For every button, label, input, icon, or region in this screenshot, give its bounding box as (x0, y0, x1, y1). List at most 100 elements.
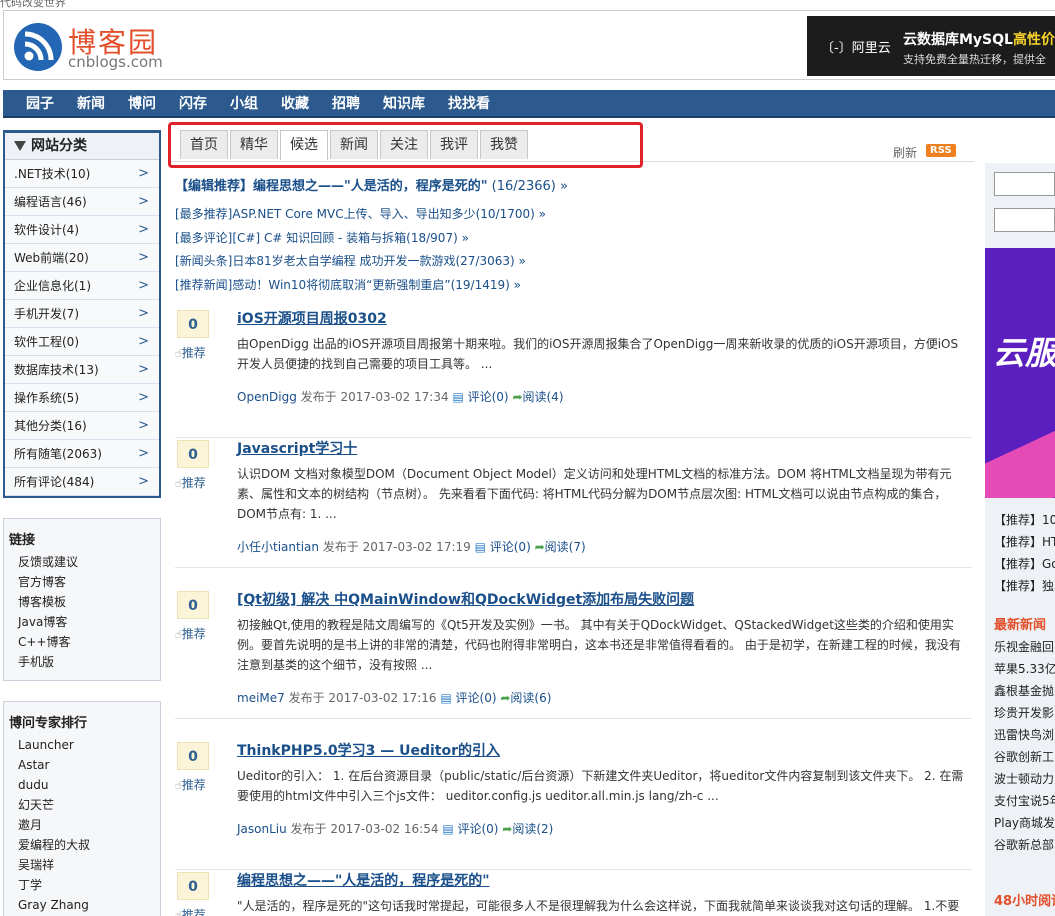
nav-item-groups[interactable]: 小组 (230, 90, 258, 118)
digg-count[interactable]: 0 (177, 742, 209, 770)
recommend-button[interactable]: ☝推荐 (175, 906, 206, 916)
post-title[interactable]: iOS开源项目周报0302 (237, 308, 387, 328)
post-reads[interactable]: 阅读(6) (510, 691, 551, 705)
nav-item-search[interactable]: 找找看 (448, 90, 490, 118)
post-comments[interactable]: 评论(0) (457, 822, 498, 836)
search-input-secondary[interactable] (994, 208, 1055, 232)
promo-link[interactable]: [最多评论][C#] C# 知识回顾 - 装箱与拆箱(18/907) » (175, 229, 469, 246)
post-author[interactable]: JasonLiu (237, 822, 287, 836)
news-item[interactable]: 波士顿动力 (994, 770, 1055, 787)
category-item[interactable]: 所有评论(484) > (5, 468, 159, 496)
recommend-button[interactable]: ☝推荐 (175, 344, 206, 361)
category-item[interactable]: 手机开发(7) > (5, 300, 159, 328)
news-item[interactable]: 鑫根基金抛 (994, 682, 1055, 699)
category-item[interactable]: 数据库技术(13) > (5, 356, 159, 384)
category-label: 企业信息化(1) (14, 279, 91, 293)
post-reads[interactable]: 阅读(2) (512, 822, 553, 836)
category-item[interactable]: 企业信息化(1) > (5, 272, 159, 300)
expert-item[interactable]: 爱编程的大叔 (4, 835, 160, 855)
promo-link[interactable]: [推荐新闻]感动！Win10将彻底取消“更新强制重启”(19/1419) » (175, 276, 521, 293)
editor-pick-headline[interactable]: 【编辑推荐】编程思想之——"人是活的，程序是死的" (16/2366) » (175, 175, 568, 194)
post-title[interactable]: 编程思想之——"人是活的，程序是死的" (237, 870, 490, 890)
link-item[interactable]: 手机版 (4, 652, 160, 672)
post-reads[interactable]: 阅读(4) (523, 390, 564, 404)
news-item[interactable]: 谷歌新总部 (994, 836, 1055, 853)
nav-item-jobs[interactable]: 招聘 (332, 90, 360, 118)
link-item[interactable]: Java博客 (4, 612, 160, 632)
search-input[interactable] (994, 172, 1055, 196)
digg-count[interactable]: 0 (177, 440, 209, 468)
post-comments[interactable]: 评论(0) (456, 691, 497, 705)
digg-count[interactable]: 0 (177, 591, 209, 619)
recommend-button[interactable]: ☝推荐 (175, 776, 206, 793)
ad-banner[interactable]: 〔-〕阿里云 云数据库MySQL高性价 支持免费全量热迁移，提供全 (807, 16, 1055, 76)
nav-item-garden[interactable]: 园子 (26, 90, 54, 118)
post-summary: 由OpenDigg 出品的iOS开源项目周报第十期来啦。我们的iOS开源周报集合… (237, 337, 959, 371)
promo-link[interactable]: [新闻头条]日本81岁老太自学编程 成功开发一款游戏(27/3063) » (175, 252, 526, 269)
news-item[interactable]: Play商城发 (994, 814, 1055, 831)
right-ad-banner[interactable]: 云服 (985, 248, 1055, 498)
post-author[interactable]: 小任小tiantian (237, 540, 319, 554)
post-reads[interactable]: 阅读(7) (545, 540, 586, 554)
nav-item-favorites[interactable]: 收藏 (281, 90, 309, 118)
news-item[interactable]: 支付宝说5年 (994, 792, 1055, 809)
expert-item[interactable]: Astar (4, 755, 160, 775)
category-item[interactable]: 软件工程(0) > (5, 328, 159, 356)
post-author[interactable]: OpenDigg (237, 390, 297, 404)
category-item[interactable]: .NET技术(10) > (5, 160, 159, 188)
refresh-link[interactable]: 刷新 (893, 144, 917, 161)
expert-item[interactable]: 吴瑞祥 (4, 855, 160, 875)
news-item[interactable]: 谷歌创新工 (994, 748, 1055, 765)
chevron-right-icon: > (138, 362, 149, 377)
nav-item-kb[interactable]: 知识库 (383, 90, 425, 118)
recommend-button[interactable]: ☝推荐 (175, 625, 206, 642)
news-item[interactable]: 珍贵开发影 (994, 704, 1055, 721)
post-meta: meiMe7 发布于 2017-03-02 17:16 ▤ 评论(0) ➦阅读(… (237, 689, 551, 706)
recommend-item[interactable]: 【推荐】Goo (994, 555, 1055, 572)
nav-item-qa[interactable]: 博问 (128, 90, 156, 118)
news-item[interactable]: 迅雷快鸟浏 (994, 726, 1055, 743)
expert-item[interactable]: 邀月 (4, 815, 160, 835)
recommend-button[interactable]: ☝推荐 (175, 474, 206, 491)
nav-item-news[interactable]: 新闻 (77, 90, 105, 118)
post-comments[interactable]: 评论(0) (490, 540, 531, 554)
post-title[interactable]: Javascript学习十 (237, 438, 357, 458)
links-box: 链接 反馈或建议 官方博客 博客模板 Java博客 C++博客 手机版 (3, 518, 161, 681)
category-item[interactable]: 其他分类(16) > (5, 412, 159, 440)
expert-item[interactable]: dudu (4, 775, 160, 795)
category-item[interactable]: 操作系统(5) > (5, 384, 159, 412)
digg-count[interactable]: 0 (177, 310, 209, 338)
post-title[interactable]: ThinkPHP5.0学习3 — Ueditor的引入 (237, 740, 500, 760)
expert-item[interactable]: Launcher (4, 735, 160, 755)
category-item[interactable]: 所有随笔(2063) > (5, 440, 159, 468)
expert-item[interactable]: 幻天芒 (4, 795, 160, 815)
category-item[interactable]: 编程语言(46) > (5, 188, 159, 216)
category-item[interactable]: 软件设计(4) > (5, 216, 159, 244)
post-comments[interactable]: 评论(0) (468, 390, 509, 404)
link-item[interactable]: C++博客 (4, 632, 160, 652)
news-item[interactable]: 乐视金融回 (994, 638, 1055, 655)
link-item[interactable]: 官方博客 (4, 572, 160, 592)
category-header[interactable]: 网站分类 (5, 133, 159, 160)
logo-subtitle[interactable]: cnblogs.com (68, 53, 163, 71)
recommend-item[interactable]: 【推荐】HTM (994, 533, 1055, 550)
category-item[interactable]: Web前端(20) > (5, 244, 159, 272)
post-title[interactable]: [Qt初级] 解决 中QMainWindow和QDockWidget添加布局失败… (237, 589, 694, 609)
expert-item[interactable]: 丁学 (4, 875, 160, 895)
category-label: 操作系统(5) (14, 391, 79, 405)
post-author[interactable]: meiMe7 (237, 691, 285, 705)
expert-item[interactable]: Gray Zhang (4, 895, 160, 915)
post-meta: JasonLiu 发布于 2017-03-02 16:54 ▤ 评论(0) ➦阅… (237, 820, 553, 837)
headline-count: (16/2366) » (487, 179, 568, 194)
promo-link[interactable]: [最多推荐]ASP.NET Core MVC上传、导入、导出知多少(10/170… (175, 205, 546, 222)
post-item: 0 ☝推荐 Javascript学习十 认识DOM 文档对象模型DOM（Docu… (175, 438, 972, 568)
recommend-item[interactable]: 【推荐】独享 (994, 577, 1055, 594)
link-item[interactable]: 博客模板 (4, 592, 160, 612)
link-item[interactable]: 反馈或建议 (4, 552, 160, 572)
digg-count[interactable]: 0 (177, 872, 209, 900)
news-item[interactable]: 苹果5.33亿 (994, 660, 1055, 677)
nav-item-flash[interactable]: 闪存 (179, 90, 207, 118)
rss-badge-icon[interactable]: RSS (926, 144, 956, 157)
recommend-item[interactable]: 【推荐】10亿 (994, 511, 1055, 528)
rss-logo-icon[interactable] (14, 23, 62, 71)
